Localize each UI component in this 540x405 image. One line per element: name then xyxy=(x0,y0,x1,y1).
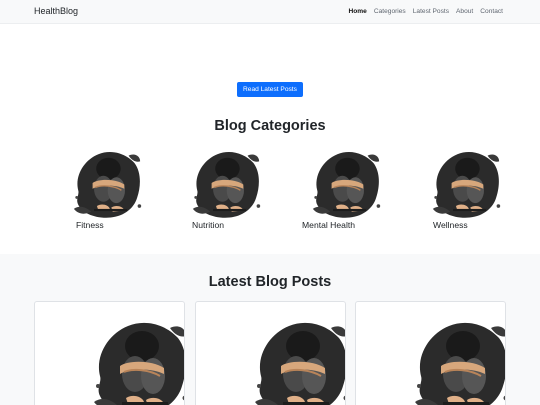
category-image xyxy=(427,147,505,219)
post-card[interactable] xyxy=(195,301,346,405)
navbar: HealthBlog Home Categories Latest Posts … xyxy=(0,0,540,24)
read-latest-posts-button[interactable]: Read Latest Posts xyxy=(237,82,303,97)
post-card[interactable] xyxy=(355,301,506,405)
categories-title: Blog Categories xyxy=(214,118,326,134)
category-label: Nutrition xyxy=(192,220,224,230)
category-label: Wellness xyxy=(433,220,468,230)
category-image xyxy=(68,147,146,219)
post-image xyxy=(90,316,185,405)
latest-posts-title: Latest Blog Posts xyxy=(208,274,332,290)
nav-about[interactable]: About xyxy=(456,8,473,15)
category-label: Fitness xyxy=(76,220,104,230)
category-image xyxy=(307,147,385,219)
post-image xyxy=(411,316,506,405)
nav-links: Home Categories Latest Posts About Conta… xyxy=(349,8,503,15)
nav-contact[interactable]: Contact xyxy=(480,8,503,15)
nav-latest-posts[interactable]: Latest Posts xyxy=(413,8,449,15)
nav-home[interactable]: Home xyxy=(349,8,367,15)
post-card[interactable] xyxy=(34,301,185,405)
post-image xyxy=(251,316,346,405)
category-image xyxy=(187,147,265,219)
category-label: Mental Health xyxy=(302,220,356,230)
brand-logo[interactable]: HealthBlog xyxy=(34,6,78,16)
nav-categories[interactable]: Categories xyxy=(374,8,406,15)
